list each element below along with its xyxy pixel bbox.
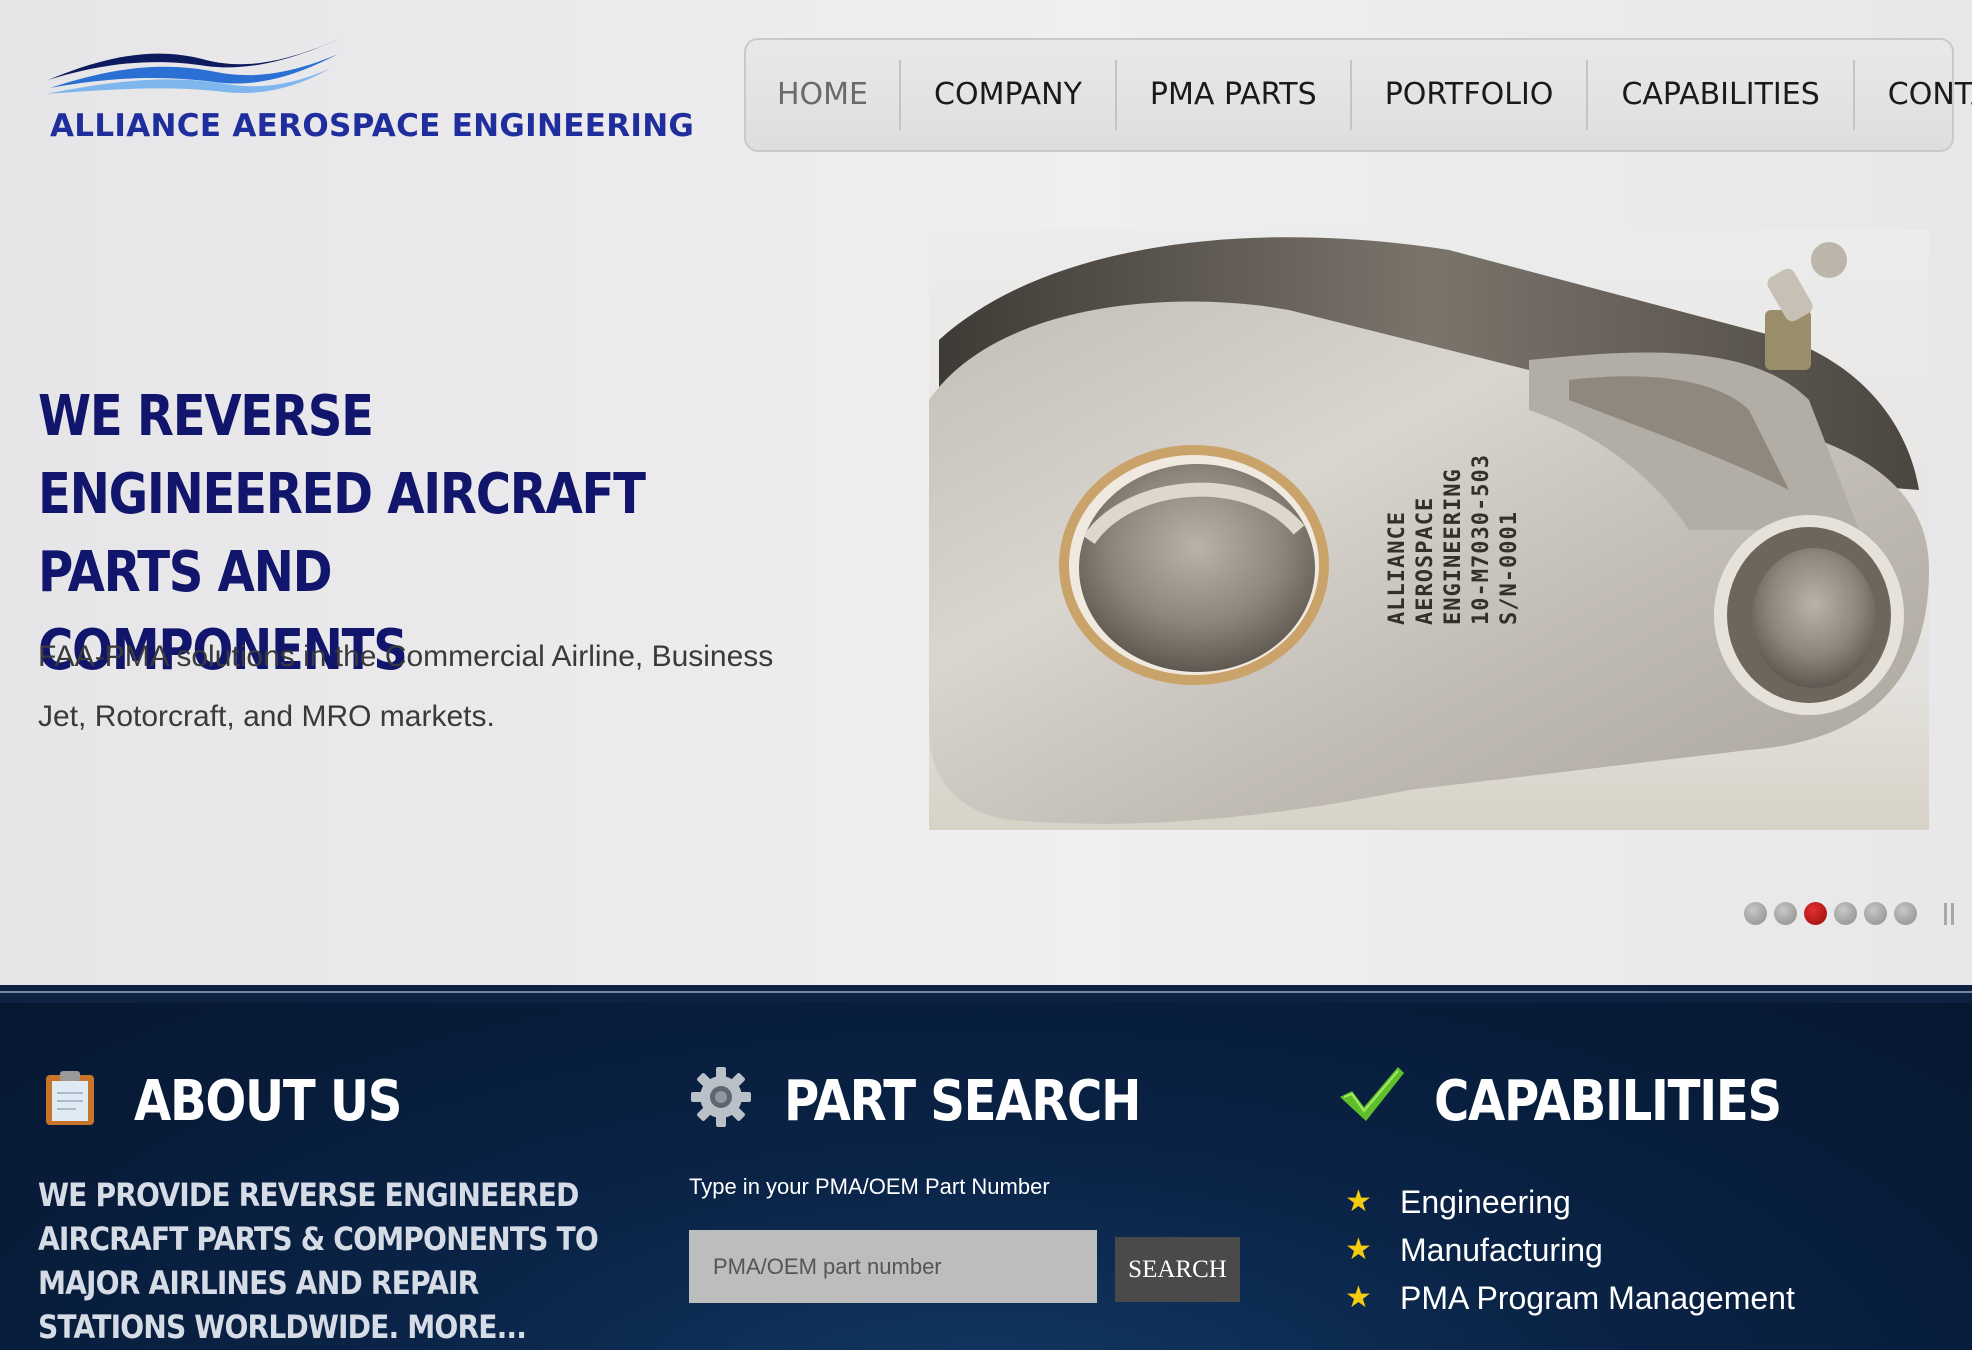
- nav-portfolio[interactable]: PORTFOLIO: [1349, 60, 1587, 130]
- nav-company[interactable]: COMPANY: [899, 60, 1115, 130]
- clipboard-icon: [46, 1071, 94, 1125]
- engraving-line: S/N-0001: [1497, 511, 1522, 625]
- site-logo[interactable]: ALLIANCE AEROSPACE ENGINEERING: [40, 36, 694, 156]
- slider-dot[interactable]: [1774, 902, 1797, 925]
- nav-contact[interactable]: CONTACT: [1852, 60, 1972, 130]
- engraving-line: AEROSPACE: [1413, 496, 1438, 625]
- list-item[interactable]: ★ Engineering: [1345, 1178, 1795, 1226]
- search-button[interactable]: SEARCH: [1115, 1237, 1240, 1302]
- capability-label: Manufacturing: [1400, 1232, 1603, 1268]
- part-search-title: PART SEARCH: [784, 1069, 1141, 1134]
- star-icon: ★: [1345, 1281, 1372, 1314]
- info-band: ABOUT US WE PROVIDE REVERSE ENGINEERED A…: [0, 1003, 1972, 1350]
- hero-section: ALLIANCE AEROSPACE ENGINEERING HOME COMP…: [0, 0, 1972, 985]
- capabilities-title: CAPABILITIES: [1434, 1069, 1782, 1134]
- nav-home[interactable]: HOME: [752, 60, 899, 130]
- slider-dot[interactable]: [1834, 902, 1857, 925]
- logo-text: ALLIANCE AEROSPACE ENGINEERING: [50, 108, 695, 144]
- capabilities-list: ★ Engineering ★ Manufacturing ★ PMA Prog…: [1345, 1178, 1795, 1322]
- nav-capabilities[interactable]: CAPABILITIES: [1586, 60, 1852, 130]
- capability-label: Engineering: [1400, 1184, 1571, 1220]
- part-engraving: ALLIANCE AEROSPACE ENGINEERING 10-M7030-…: [1384, 454, 1524, 625]
- part-search-label: Type in your PMA/OEM Part Number: [689, 1174, 1050, 1199]
- slider-pagination: [1744, 902, 1954, 925]
- gear-icon: [691, 1067, 751, 1127]
- slide-image: ALLIANCE AEROSPACE ENGINEERING 10-M7030-…: [929, 230, 1929, 830]
- nav-pma-parts[interactable]: PMA PARTS: [1114, 60, 1350, 130]
- engraving-line: ENGINEERING: [1441, 468, 1466, 625]
- logo-swoosh-icon: [46, 38, 342, 94]
- slider-dot-active[interactable]: [1804, 902, 1827, 925]
- slider-dot[interactable]: [1744, 902, 1767, 925]
- slider-dot[interactable]: [1894, 902, 1917, 925]
- list-item[interactable]: ★ Manufacturing: [1345, 1226, 1795, 1274]
- star-icon: ★: [1345, 1185, 1372, 1218]
- main-nav: HOME COMPANY PMA PARTS PORTFOLIO CAPABIL…: [744, 38, 1972, 152]
- slider-pause-icon[interactable]: [1944, 902, 1954, 925]
- band-divider: [0, 985, 1972, 1005]
- part-search-input[interactable]: [689, 1230, 1097, 1303]
- slider-dot[interactable]: [1864, 902, 1887, 925]
- about-title: ABOUT US: [134, 1069, 402, 1134]
- checkmark-icon: [1340, 1067, 1404, 1121]
- hero-subtext: FAA-PMA solutions in the Commercial Airl…: [38, 640, 774, 733]
- about-text[interactable]: WE PROVIDE REVERSE ENGINEERED AIRCRAFT P…: [38, 1173, 601, 1349]
- star-icon: ★: [1345, 1233, 1372, 1266]
- list-item[interactable]: ★ PMA Program Management: [1345, 1274, 1795, 1322]
- capability-label: PMA Program Management: [1400, 1280, 1795, 1316]
- engraving-line: 10-M7030-503: [1469, 454, 1494, 625]
- engraving-line: ALLIANCE: [1385, 511, 1410, 625]
